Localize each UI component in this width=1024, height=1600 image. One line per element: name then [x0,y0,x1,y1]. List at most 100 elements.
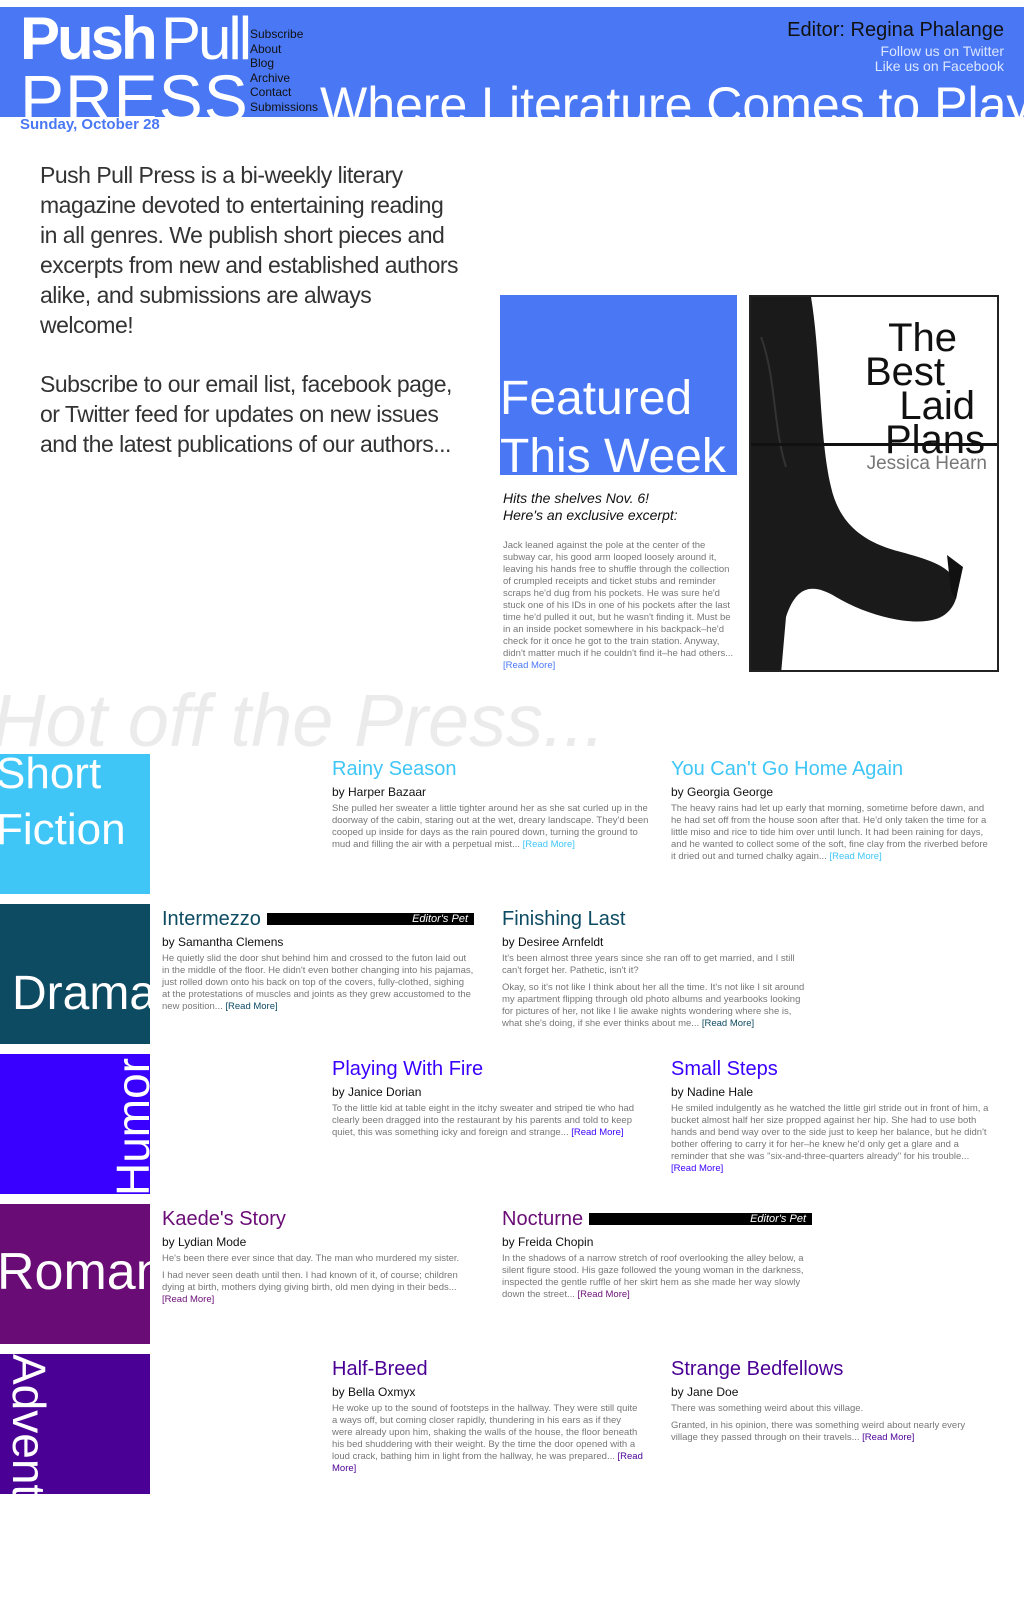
story-title[interactable]: Intermezzo [162,907,261,931]
nav-contact[interactable]: Contact [250,85,318,100]
story-kaedes-story: Kaede's Story by Lydian Mode He's been t… [162,1207,474,1311]
story-excerpt-paragraph-2: I had never seen death until then. I had… [162,1270,458,1293]
story-excerpt-text: She pulled her sweater a little tighter … [332,803,649,850]
story-author: by Harper Bazaar [332,785,427,799]
featured-read-more-link[interactable]: [Read More] [503,660,555,671]
story-author: by Lydian Mode [162,1235,247,1249]
story-small-steps: Small Steps by Nadine Hale He smiled ind… [671,1057,991,1180]
featured-title: Featured This Week [500,370,726,475]
twitter-link[interactable]: Follow us on Twitter [875,44,1004,59]
story-title[interactable]: Nocturne [502,1207,583,1231]
category-romance[interactable]: Roman [0,1204,150,1344]
story-nocturne: Nocturne Editor's Pet by Freida Chopin I… [502,1207,812,1306]
story-title[interactable]: Half-Breed [332,1357,644,1381]
story-excerpt: The heavy rains had let up early that mo… [671,803,991,863]
category-label-drama: Drama [12,967,150,1020]
category-short-fiction[interactable]: Short Fiction [0,754,150,894]
story-author: by Samantha Clemens [162,935,284,949]
book-cover[interactable]: The Best Laid Plans Jessica Hearn [749,295,999,672]
story-strange-bedfellows: Strange Bedfellows by Jane Doe There was… [671,1357,991,1449]
story-author: by Bella Oxmyx [332,1385,416,1399]
story-title[interactable]: You Can't Go Home Again [671,757,991,781]
category-label-fiction: Fiction [0,805,126,854]
story-excerpt: To the little kid at table eight in the … [332,1103,652,1139]
story-excerpt-paragraph-1: He's been there ever since that day. The… [162,1253,460,1264]
book-title: The Best Laid Plans [865,318,985,462]
read-more-link[interactable]: [Read More] [829,851,881,862]
featured-banner: Featured This Week [500,295,737,475]
editors-pet-badge: Editor's Pet [589,1213,812,1225]
editor-credit: Editor: Regina Phalange [787,19,1004,41]
intro-paragraph-1: Push Pull Press is a bi-weekly literary … [40,162,459,338]
category-label-short: Short [0,754,102,798]
story-excerpt-text: He quietly slid the door shut behind him… [162,953,474,1012]
story-you-cant-go-home-again: You Can't Go Home Again by Georgia Georg… [671,757,991,868]
featured-excerpt-note: Here's an exclusive excerpt: [503,507,678,523]
story-title-row: Intermezzo Editor's Pet [162,907,474,931]
story-excerpt-paragraph-2: Granted, in his opinion, there was somet… [671,1420,966,1443]
read-more-link[interactable]: [Read More] [225,1001,277,1012]
story-intermezzo: Intermezzo Editor's Pet by Samantha Clem… [162,907,474,1018]
nav-about[interactable]: About [250,42,318,57]
story-excerpt: She pulled her sweater a little tighter … [332,803,652,851]
read-more-link[interactable]: [Read More] [162,1294,214,1305]
story-excerpt: He woke up to the sound of footsteps in … [332,1403,644,1475]
story-excerpt: There was something weird about this vil… [671,1403,991,1444]
story-title[interactable]: Rainy Season [332,757,652,781]
tagline: Where Literature Comes to Play... [320,80,1024,130]
nav-archive[interactable]: Archive [250,71,318,86]
category-adventure[interactable]: Advent [0,1354,150,1494]
story-rainy-season: Rainy Season by Harper Bazaar She pulled… [332,757,652,856]
story-excerpt: It's been almost three years since she r… [502,953,807,1030]
story-author: by Janice Dorian [332,1085,422,1099]
story-excerpt-text: He woke up to the sound of footsteps in … [332,1403,638,1462]
read-more-link[interactable]: [Read More] [523,839,575,850]
site-header: Push Pull PRESS Subscribe About Blog Arc… [0,7,1024,131]
story-excerpt-text: He smiled indulgently as he watched the … [671,1103,989,1162]
book-rule [751,443,997,446]
logo-push[interactable]: Push [20,9,158,69]
category-label-romance: Roman [0,1243,150,1301]
intro-paragraph-2: Subscribe to our email list, facebook pa… [40,371,452,457]
featured-release-note: Hits the shelves Nov. 6! [503,490,650,506]
featured-excerpt: Jack leaned against the pole at the cent… [503,540,735,672]
read-more-link[interactable]: [Read More] [702,1018,754,1029]
intro-text: Push Pull Press is a bi-weekly literary … [40,160,460,488]
issue-date: Sunday, October 28 [20,116,160,133]
story-title[interactable]: Playing With Fire [332,1057,652,1081]
read-more-link[interactable]: [Read More] [671,1163,723,1174]
story-title[interactable]: Kaede's Story [162,1207,474,1231]
book-title-word-4: Plans [884,418,985,462]
story-finishing-last: Finishing Last by Desiree Arnfeldt It's … [502,907,807,1035]
story-excerpt-paragraph-1: There was something weird about this vil… [671,1403,864,1414]
logo-pull[interactable]: Pull [161,9,252,69]
story-title[interactable]: Small Steps [671,1057,991,1081]
category-label-humor: Humor [107,1057,150,1194]
main-nav: Subscribe About Blog Archive Contact Sub… [250,27,318,114]
featured-title-line-1: Featured [500,372,693,425]
nav-subscribe[interactable]: Subscribe [250,27,318,42]
story-excerpt-paragraph-2: Okay, so it's not like I think about her… [502,982,805,1029]
read-more-link[interactable]: [Read More] [578,1289,630,1300]
story-author: by Desiree Arnfeldt [502,935,604,949]
story-excerpt: In the shadows of a narrow stretch of ro… [502,1253,812,1301]
nav-blog[interactable]: Blog [250,56,318,71]
story-title[interactable]: Finishing Last [502,907,807,931]
book-author: Jessica Hearn [866,453,987,474]
category-humor[interactable]: Humor [0,1054,150,1194]
facebook-link[interactable]: Like us on Facebook [875,59,1004,74]
story-author: by Freida Chopin [502,1235,594,1249]
story-excerpt: He quietly slid the door shut behind him… [162,953,474,1013]
story-excerpt-paragraph-1: It's been almost three years since she r… [502,953,795,976]
read-more-link[interactable]: [Read More] [571,1127,623,1138]
featured-excerpt-text: Jack leaned against the pole at the cent… [503,540,734,659]
nav-submissions[interactable]: Submissions [250,100,318,115]
story-title[interactable]: Strange Bedfellows [671,1357,991,1381]
featured-title-line-2: This Week [500,430,726,475]
story-author: by Jane Doe [671,1385,739,1399]
category-drama[interactable]: Drama [0,904,150,1044]
story-excerpt-text: In the shadows of a narrow stretch of ro… [502,1253,804,1300]
hot-off-the-press-heading: Hot off the Press... [0,679,605,762]
story-author: by Georgia George [671,785,774,799]
read-more-link[interactable]: [Read More] [862,1432,914,1443]
